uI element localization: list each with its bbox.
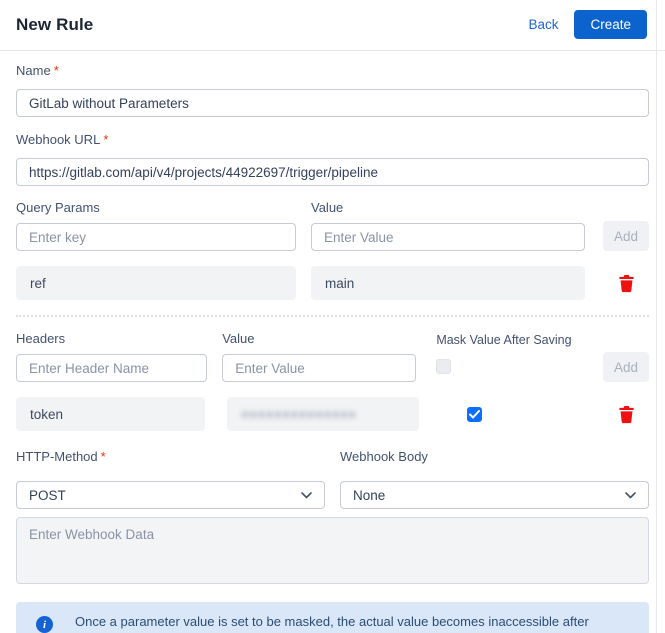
create-button[interactable]: Create <box>574 10 647 39</box>
mask-value-checkbox[interactable] <box>436 359 452 374</box>
webhook-body-select[interactable]: None <box>340 481 649 509</box>
webhook-url-section: Webhook URL * <box>16 131 649 186</box>
header-name-input[interactable] <box>16 354 208 382</box>
webhook-body-selected-value: None <box>353 487 386 503</box>
header-row-mask-checkbox[interactable] <box>467 406 483 422</box>
header-value-input[interactable] <box>222 354 417 382</box>
masked-value-text: ●●●●●●●●●●●●●● <box>241 407 357 421</box>
query-param-row-value: main <box>311 266 585 300</box>
delete-query-param-icon[interactable] <box>618 274 635 293</box>
new-rule-page: New Rule Back Create Name* Webhook URL* … <box>0 0 665 633</box>
section-divider <box>16 315 649 317</box>
back-link[interactable]: Back <box>528 17 558 32</box>
chevron-down-icon <box>301 491 312 498</box>
info-banner-text: Once a parameter value is set to be mask… <box>75 614 606 633</box>
masked-value-info-banner: i Once a parameter value is set to be ma… <box>16 602 649 633</box>
webhook-data-textarea[interactable] <box>16 517 649 584</box>
page-header: New Rule Back Create <box>0 0 665 51</box>
query-params-label: Query Params <box>16 200 100 215</box>
header-add-button[interactable]: Add <box>603 352 649 382</box>
query-params-value-label: Value <box>311 200 344 215</box>
name-section: Name * <box>16 62 649 117</box>
checkmark-icon <box>469 409 481 418</box>
delete-header-icon[interactable] <box>618 405 635 424</box>
name-label: Name <box>16 63 51 78</box>
header-row-value: ●●●●●●●●●●●●●● <box>227 397 420 431</box>
http-method-select[interactable]: POST <box>16 481 325 509</box>
chevron-down-icon <box>625 491 636 498</box>
query-param-add-button[interactable]: Add <box>603 221 649 251</box>
name-input[interactable] <box>16 89 649 117</box>
mask-value-label: Mask Value After Saving <box>436 333 572 347</box>
query-param-value-input[interactable] <box>311 223 585 251</box>
webhook-url-label: Webhook URL <box>16 132 101 147</box>
http-method-label: HTTP-Method <box>16 449 98 464</box>
http-method-required-asterisk: * <box>100 449 106 464</box>
page-title: New Rule <box>16 14 94 34</box>
webhook-url-required-asterisk: * <box>103 132 109 147</box>
query-param-key-input[interactable] <box>16 223 296 251</box>
headers-value-label: Value <box>222 331 255 346</box>
method-body-section: HTTP-Method * POST Webhook Body None <box>16 448 649 509</box>
header-actions: Back Create <box>528 10 649 39</box>
webhook-body-label: Webhook Body <box>340 449 428 464</box>
info-icon: i <box>36 616 53 633</box>
headers-label: Headers <box>16 331 66 346</box>
http-method-selected-value: POST <box>29 487 66 503</box>
query-params-section: Query Params Value Add ref main <box>16 200 649 300</box>
header-row-key: token <box>16 397 206 431</box>
webhook-url-input[interactable] <box>16 158 649 186</box>
query-param-row: ref main <box>16 266 649 300</box>
new-rule-form: Name* Webhook URL* Query Params Value <box>0 51 665 633</box>
name-required-asterisk: * <box>53 63 59 78</box>
query-param-row-key: ref <box>16 266 296 300</box>
header-row: token ●●●●●●●●●●●●●● <box>16 397 649 431</box>
headers-section: Headers Value Mask Value After Saving Ad… <box>16 331 649 431</box>
